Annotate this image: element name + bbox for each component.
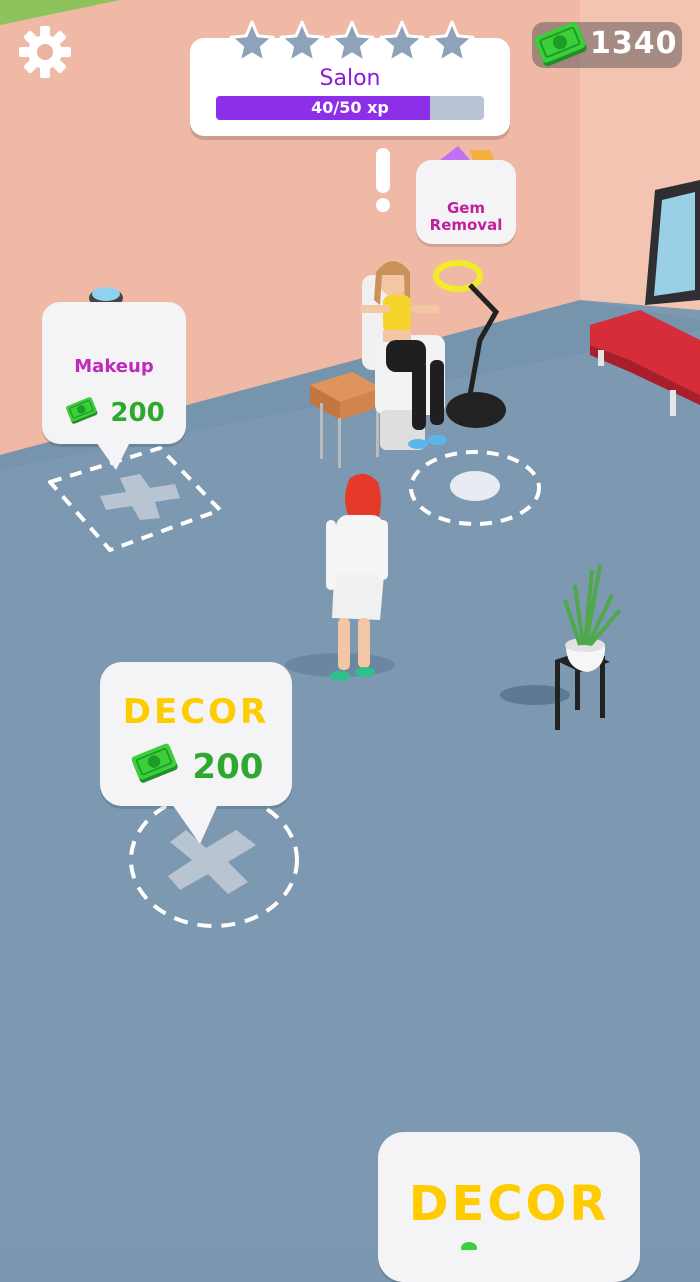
gear-icon xyxy=(19,26,71,78)
star-icon xyxy=(429,20,475,64)
gem-removal-label: Gem Removal xyxy=(416,200,516,234)
cash-icon xyxy=(534,21,587,67)
level-title: Salon xyxy=(319,66,381,91)
makeup-station-bubble[interactable]: Makeup 200 xyxy=(42,302,186,444)
decor-station-bubble-1[interactable]: DECOR 200 xyxy=(100,662,292,806)
gem-removal-station-bubble[interactable]: Gem Removal xyxy=(416,160,516,244)
makeup-price: 200 xyxy=(110,398,165,428)
cash-icon xyxy=(461,1242,477,1250)
settings-button[interactable] xyxy=(18,25,72,79)
gem-removal-label-line1: Gem xyxy=(446,199,486,217)
xp-text: 40/50 xp xyxy=(311,98,389,117)
decor-title-2: DECOR xyxy=(408,1176,610,1232)
decor-price-1: 200 xyxy=(192,747,264,787)
game-scene xyxy=(0,0,700,1244)
level-stars xyxy=(229,20,475,64)
makeup-bubble-tail xyxy=(96,442,130,470)
decor-bubble-tail-1 xyxy=(172,804,218,844)
star-icon xyxy=(329,20,375,64)
star-icon xyxy=(379,20,425,64)
decor-station-bubble-2[interactable]: DECOR xyxy=(378,1132,640,1282)
makeup-label: Makeup xyxy=(74,356,154,377)
cash-icon xyxy=(66,397,98,424)
makeup-price-row: 200 xyxy=(42,396,186,428)
exclamation-icon xyxy=(376,148,390,212)
cash-icon xyxy=(131,743,178,783)
decor-price-row-1: 200 xyxy=(100,742,292,787)
star-icon xyxy=(279,20,325,64)
gem-removal-label-line2: Removal xyxy=(429,216,503,234)
cash-amount: 1340 xyxy=(590,26,678,61)
star-icon xyxy=(229,20,275,64)
xp-progress-bar: 40/50 xp xyxy=(216,96,484,120)
decor-title-1: DECOR xyxy=(122,692,270,732)
